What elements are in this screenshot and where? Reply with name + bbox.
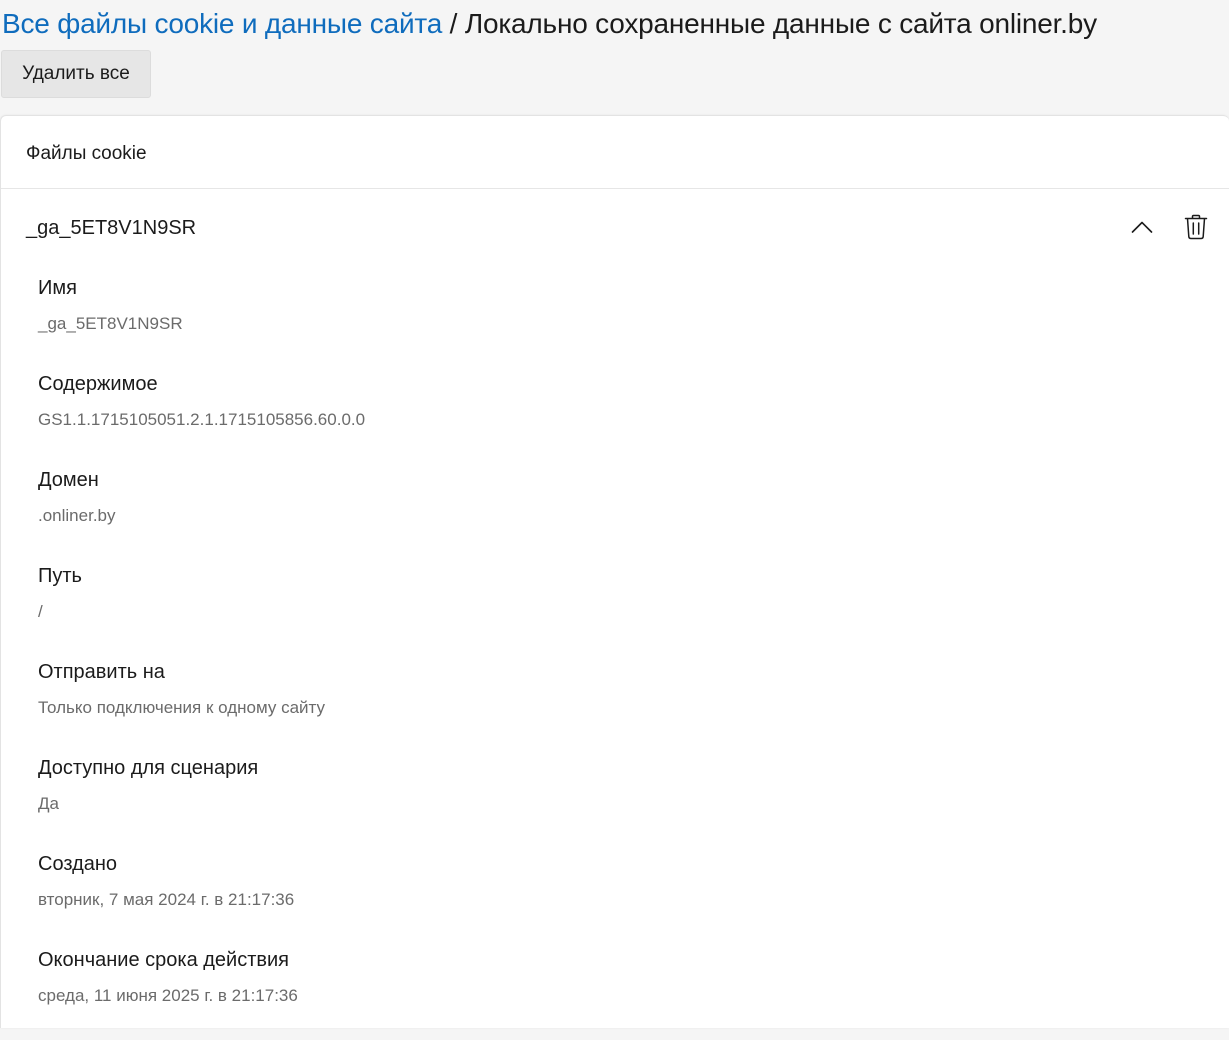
field-expires: Окончание срока действия среда, 11 июня …: [38, 944, 1188, 1040]
field-value: среда, 11 июня 2025 г. в 21:17:36: [38, 986, 298, 1005]
field-value: /: [38, 602, 43, 621]
field-value: Только подключения к одному сайту: [38, 698, 326, 717]
page-title: Локально сохраненные данные с сайта onli…: [464, 8, 1097, 39]
cookie-name-heading: _ga_5ET8V1N9SR: [26, 217, 197, 239]
field-send-for: Отправить на Только подключения к одному…: [38, 656, 1188, 752]
cookies-card: Файлы cookie _ga_5ET8V1N9SR Имя _ga_5ET8…: [0, 115, 1229, 1028]
field-created: Создано вторник, 7 мая 2024 г. в 21:17:3…: [38, 848, 1188, 944]
field-label: Путь: [38, 565, 82, 587]
field-label: Окончание срока действия: [38, 949, 290, 971]
field-label: Домен: [38, 469, 99, 491]
field-label: Создано: [38, 853, 118, 875]
divider: [1, 188, 1229, 189]
field-label: Доступно для сценария: [38, 757, 259, 779]
field-path: Путь /: [38, 560, 1188, 656]
page-header: Все файлы cookie и данные сайта / Локаль…: [0, 0, 1229, 50]
field-accessible-to-script: Доступно для сценария Да: [38, 752, 1188, 848]
field-value: Да: [38, 794, 59, 813]
field-label: Содержимое: [38, 373, 158, 395]
collapse-button[interactable]: [1125, 210, 1159, 244]
field-value: .onliner.by: [38, 506, 116, 525]
breadcrumb: Все файлы cookie и данные сайта / Локаль…: [2, 6, 1097, 42]
delete-cookie-button[interactable]: [1179, 210, 1213, 244]
field-value: _ga_5ET8V1N9SR: [38, 314, 183, 333]
trash-icon: [1184, 214, 1208, 240]
field-value: GS1.1.1715105051.2.1.1715105856.60.0.0: [38, 410, 366, 429]
field-label: Отправить на: [38, 661, 165, 683]
field-name: Имя _ga_5ET8V1N9SR: [38, 272, 1188, 368]
field-content: Содержимое GS1.1.1715105051.2.1.17151058…: [38, 368, 1188, 464]
breadcrumb-link-all-cookies[interactable]: Все файлы cookie и данные сайта: [2, 8, 442, 39]
cookie-details: Имя _ga_5ET8V1N9SR Содержимое GS1.1.1715…: [38, 272, 1188, 1040]
delete-all-button[interactable]: Удалить все: [1, 50, 151, 98]
chevron-up-icon: [1131, 221, 1153, 233]
breadcrumb-separator: /: [442, 8, 465, 39]
field-label: Имя: [38, 277, 77, 299]
section-title: Файлы cookie: [26, 143, 147, 164]
field-domain: Домен .onliner.by: [38, 464, 1188, 560]
field-value: вторник, 7 мая 2024 г. в 21:17:36: [38, 890, 295, 909]
